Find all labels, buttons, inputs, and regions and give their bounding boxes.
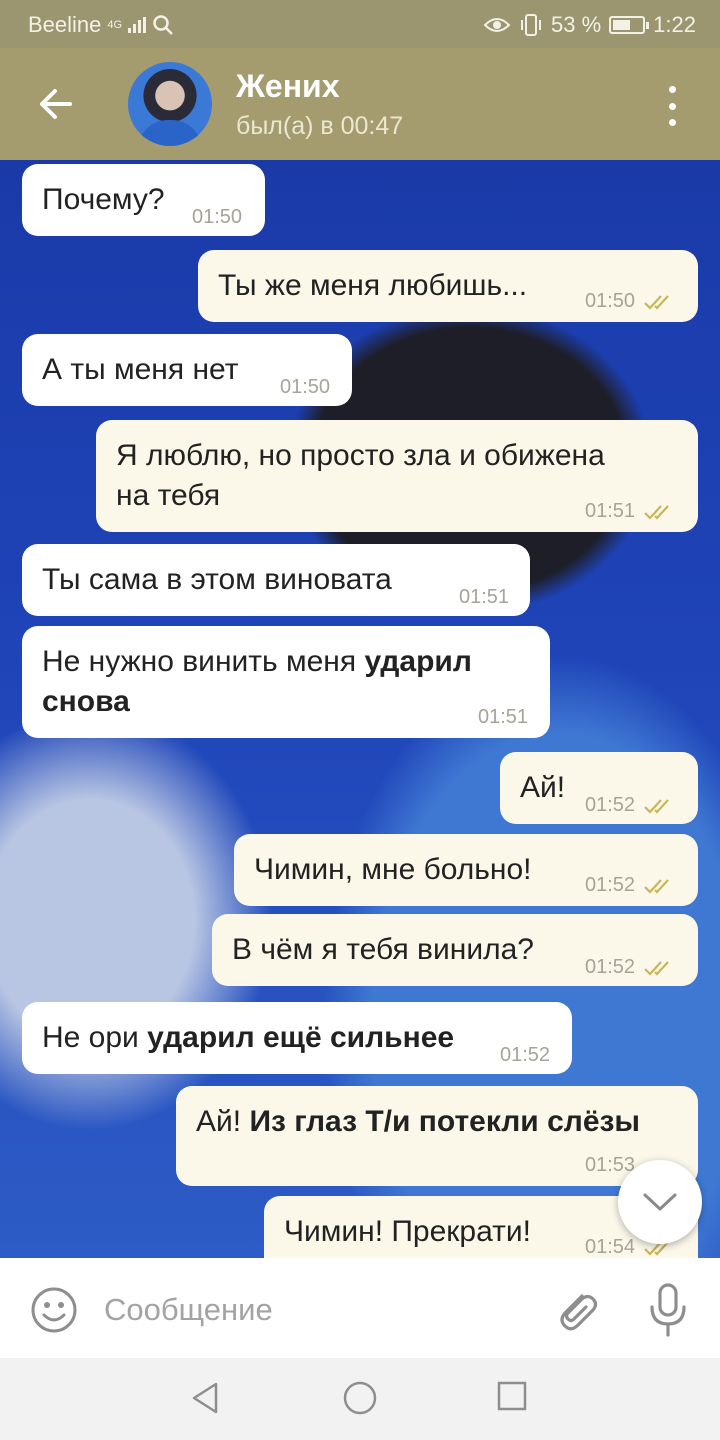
message-text: Чимин, мне больно! [254,853,532,886]
contact-name[interactable]: Жених [236,68,340,105]
search-icon [153,15,173,35]
message-bubble[interactable]: Не ори ударил ещё сильнее [22,1002,572,1074]
message-text: Ты сама в этом виновата [42,563,392,596]
message-text: Не ори [42,1021,148,1054]
double-check-icon [644,294,669,310]
message-text-line: на тебя [116,479,221,512]
message-text-line: Я люблю, но просто зла и обижена [116,439,605,472]
message-input[interactable] [104,1286,524,1334]
message-text: Ай! [196,1105,250,1138]
message-time: 01:50 [192,206,243,228]
message-action-text: Из глаз Т/и потекли слёзы [249,1105,641,1138]
message-action-text: снова [42,685,130,718]
message-input-bar [0,1258,720,1358]
message-bubble[interactable]: Не нужно винить меня ударил снова [22,626,550,738]
system-nav-bar [0,1358,720,1440]
message-text: В чём я тебя винила? [232,933,534,966]
battery-icon [609,16,650,34]
message-time: 01:52 [585,956,677,979]
message-action-text: ударил [364,645,472,678]
nav-recents-icon[interactable] [496,1380,528,1412]
double-check-icon [644,960,669,976]
message-time: 01:52 [585,794,677,817]
clock: 1:22 [653,12,696,37]
message-time: 01:52 [585,874,677,897]
message-text: Не нужно винить меня [42,645,365,678]
double-check-icon [644,878,669,894]
emoji-icon[interactable] [30,1286,78,1334]
chevron-down-icon [643,1193,677,1211]
nav-home-icon[interactable] [342,1380,378,1416]
nav-back-icon[interactable] [188,1380,224,1416]
eye-icon [483,18,511,32]
message-bubble[interactable]: Ты сама в этом виновата [22,544,530,616]
avatar[interactable] [128,62,212,146]
double-check-icon [644,504,669,520]
microphone-icon[interactable] [648,1282,688,1338]
chat-area[interactable]: Почему? 01:50 Ты же меня любишь... 01:50… [0,160,720,1258]
chat-header: Жених был(а) в 00:47 [0,48,720,160]
carrier-label: Beeline [28,12,102,37]
message-time: 01:51 [459,586,510,608]
scroll-to-bottom-button[interactable] [618,1160,702,1244]
message-text: А ты меня нет [42,353,239,386]
network-type: 4G [107,19,123,31]
message-text: Чимин! Прекрати! [284,1215,531,1248]
message-time: 01:52 [500,1044,551,1066]
double-check-icon [644,798,669,814]
message-time: 01:51 [585,500,677,523]
signal-icon [128,17,147,33]
paperclip-icon[interactable] [552,1284,600,1336]
message-text: Ай! [520,771,566,804]
message-text: Ты же меня любишь... [218,269,528,302]
message-time: 01:50 [280,376,331,398]
status-right: 53 % 1:22 [483,12,696,38]
last-seen-status: был(а) в 00:47 [236,112,404,140]
back-arrow-icon[interactable] [34,82,78,126]
more-options-icon[interactable] [660,86,684,126]
message-action-text: ударил ещё сильнее [147,1021,455,1054]
message-text: Почему? [42,183,165,216]
message-time: 01:51 [478,706,529,728]
vibrate-icon [521,14,542,36]
battery-percent: 53 % [551,12,602,37]
status-left: Beeline 4G [28,12,174,38]
message-time: 01:50 [585,290,677,313]
status-bar: Beeline 4G 53 % 1:22 [0,0,720,48]
